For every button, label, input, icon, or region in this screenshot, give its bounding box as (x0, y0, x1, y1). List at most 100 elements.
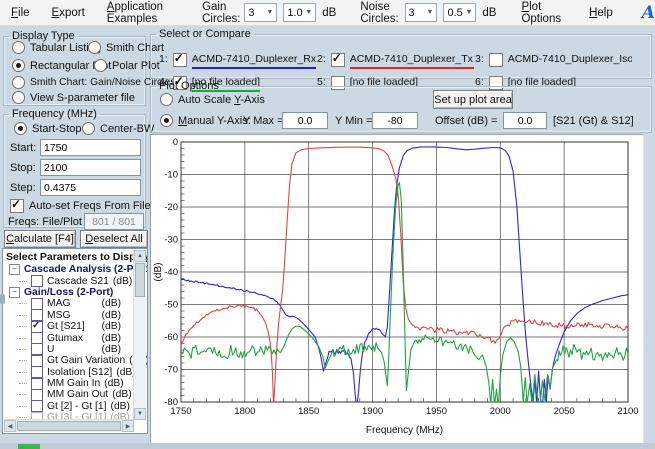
parameter-checkbox[interactable] (31, 354, 43, 367)
calculate-button[interactable]: Calculate [F4] (4, 230, 76, 248)
tree-connector (19, 405, 27, 407)
radio-icon[interactable] (12, 41, 25, 54)
radio-center-bw[interactable]: Center-BW (82, 122, 154, 135)
tree-connector (19, 371, 27, 373)
tree-connector (19, 303, 27, 305)
tree-item-row[interactable]: Gt [S21] (dB) (3, 320, 147, 333)
scroll-up-icon[interactable]: ▲ (134, 250, 146, 262)
parameter-checkbox[interactable] (31, 332, 43, 345)
step-input[interactable] (40, 179, 141, 196)
menu-plot-options[interactable]: Plot Options (510, 1, 572, 25)
gain-circles-step-dropdown[interactable]: 1.0 ▼ (283, 3, 317, 22)
tree-item-row[interactable]: MM Gain In (dB) (3, 377, 147, 390)
panel-splitter-handle[interactable] (0, 294, 5, 304)
horizontal-scrollbar[interactable]: ◀ ▶ (4, 419, 134, 432)
parameter-checkbox[interactable] (31, 297, 43, 310)
scroll-down-icon[interactable]: ▼ (134, 408, 146, 420)
tree-item-row[interactable]: Gtumax (dB) (3, 332, 147, 345)
parameter-unit: (dB) (101, 298, 121, 310)
menu-file[interactable]: File (0, 7, 41, 19)
tree-item-row[interactable]: MAG (dB) (3, 297, 147, 310)
chevron-down-icon: ▼ (305, 9, 313, 16)
parameter-label: MM Gain Out (47, 389, 109, 401)
radio-icon[interactable] (82, 122, 95, 135)
parameter-checkbox[interactable] (31, 389, 43, 401)
svg-text:1850: 1850 (298, 406, 319, 417)
tree-connector (19, 383, 27, 385)
parameter-tree-header: Select Parameters to Display: (6, 251, 148, 263)
radio-start-stop[interactable]: Start-Stop (14, 122, 82, 135)
file-checkbox[interactable] (488, 53, 503, 67)
menu-help[interactable]: Help (578, 7, 624, 19)
slot-number: 3: (475, 53, 484, 65)
collapse-icon[interactable]: − (9, 286, 20, 298)
freqs-file-plot-value (84, 213, 144, 230)
noise-circles-step-dropdown[interactable]: 0.5 ▼ (443, 3, 477, 22)
ymin-input[interactable] (372, 112, 418, 129)
parameter-checkbox[interactable] (31, 366, 43, 379)
file-name: ACMD-7410_Duplexer_Iso.S2 (507, 53, 632, 65)
radio-icon[interactable] (12, 91, 25, 104)
setup-plot-area-button[interactable]: Set up plot area (433, 90, 513, 109)
radio-view-sparameter-file[interactable]: View S-parameter file (12, 91, 135, 104)
file-slot[interactable]: 2: ACMD-7410_Duplexer_Tx.S2 (317, 51, 475, 75)
vertical-scrollbar[interactable]: ▲ ▼ (133, 250, 146, 420)
slot-number: 1: (159, 53, 168, 65)
tree-item-row[interactable]: Gt Gain Variation(dB) (3, 354, 147, 367)
file-name: ACMD-7410_Duplexer_Tx.S2 (349, 52, 474, 69)
parameter-checkbox[interactable] (31, 343, 43, 356)
gain-circles-count-dropdown[interactable]: 3 ▼ (244, 3, 278, 22)
noise-circles-count-dropdown[interactable]: 3 ▼ (404, 3, 438, 22)
parameter-unit: (dB) (101, 321, 121, 333)
parameter-unit: (dB) (101, 343, 121, 355)
tree-item-row[interactable]: MSG (dB) (3, 309, 147, 322)
parameter-checkbox[interactable] (31, 400, 43, 413)
radio-auto-scale-y[interactable]: Auto Scale Y-Axis (160, 93, 265, 106)
parameter-label: Gt Gain Variation (47, 355, 126, 367)
file-slot[interactable]: 3: ACMD-7410_Duplexer_Iso.S2 (475, 52, 633, 75)
parameter-checkbox[interactable] (31, 377, 43, 390)
menu-application-examples[interactable]: Application Examples (96, 1, 180, 25)
parameter-unit: (dB) (101, 309, 121, 321)
radio-icon[interactable] (160, 114, 173, 127)
offset-input[interactable] (503, 112, 547, 129)
radio-icon[interactable] (94, 59, 107, 72)
scroll-right-icon[interactable]: ▶ (122, 420, 134, 432)
menu-export[interactable]: Export (41, 7, 96, 19)
radio-icon[interactable] (88, 41, 101, 54)
tick-labels: 1750 1800 1850 1900 1950 2000 2050 2100-80-70-6… (164, 137, 638, 417)
start-input[interactable] (40, 139, 141, 156)
svg-text:-70: -70 (164, 365, 178, 376)
scrollbar-thumb[interactable] (135, 263, 145, 297)
autoset-freqs-checkbox[interactable]: Auto-set Freqs From File (10, 197, 151, 213)
scroll-left-icon[interactable]: ◀ (4, 420, 16, 432)
stop-input[interactable] (40, 159, 141, 176)
radio-icon[interactable] (12, 76, 25, 89)
radio-icon[interactable] (12, 59, 25, 72)
radio-icon[interactable] (160, 93, 173, 106)
file-checkbox[interactable] (172, 51, 187, 67)
tree-group-row[interactable]: − Gain/Loss (2-Port) (3, 286, 147, 298)
tree-group-row[interactable]: − Cascade Analysis (2-Port) (3, 264, 148, 276)
chevron-down-icon: ▼ (426, 9, 434, 16)
file-checkbox[interactable] (330, 51, 345, 67)
tree-item-row[interactable]: Gt [2] - Gt [1] (dB) (3, 400, 147, 413)
svg-text:2100: 2100 (617, 406, 638, 417)
tree-item-row[interactable]: U (dB) (3, 343, 147, 356)
parameter-checkbox[interactable] (31, 320, 43, 333)
deselect-all-button[interactable]: Deselect All (80, 230, 148, 248)
tree-item-row[interactable]: MM Gain Out (dB) (3, 389, 147, 401)
scrollbar-thumb[interactable] (17, 421, 121, 431)
ymax-input[interactable] (282, 112, 328, 129)
tree-group-label: Cascade Analysis (2-Port) (24, 264, 148, 276)
tree-item-row[interactable]: Isolation [S12] (dB) (3, 366, 147, 379)
file-slot[interactable]: 1: ACMD-7410_Duplexer_Rx.S2 (159, 51, 317, 75)
tree-connector (19, 314, 27, 316)
checkbox-icon[interactable] (10, 197, 24, 213)
tree-item-row[interactable]: Cascade S21 (dB) (3, 275, 147, 288)
radio-icon[interactable] (14, 122, 27, 135)
collapse-icon[interactable]: − (9, 264, 20, 276)
radio-manual-y-axis[interactable]: Manual Y-Axis: (160, 114, 251, 127)
tree-connector (19, 326, 27, 328)
parameter-checkbox[interactable] (31, 275, 43, 288)
